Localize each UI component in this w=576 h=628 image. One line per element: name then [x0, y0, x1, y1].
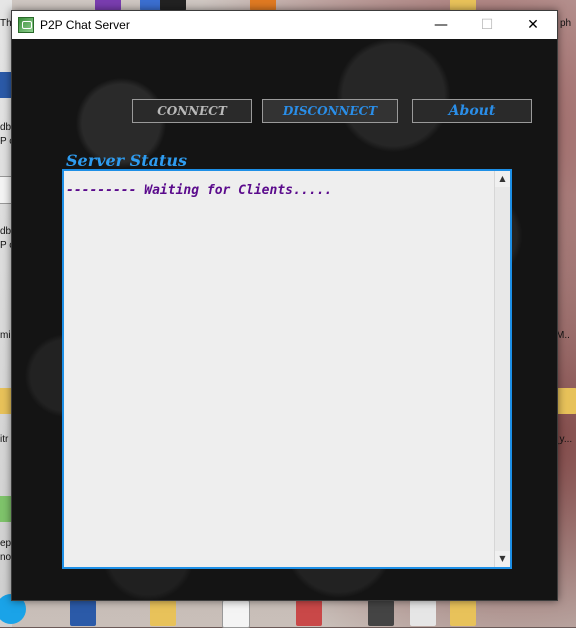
- desktop-icon-folder[interactable]: [150, 600, 176, 626]
- app-window: P2P Chat Server — ☐ ✕ CONNECT DISCONNECT…: [11, 10, 558, 601]
- desktop-icon-folder[interactable]: [450, 600, 476, 626]
- scroll-up-arrow-icon[interactable]: ▲: [495, 171, 510, 187]
- connect-button[interactable]: CONNECT: [132, 99, 252, 123]
- minimize-button[interactable]: —: [418, 11, 464, 39]
- log-line: --------- Waiting for Clients.....: [66, 183, 333, 198]
- desktop-label: ep: [0, 538, 12, 549]
- window-content: CONNECT DISCONNECT About Server Status -…: [12, 39, 557, 600]
- desktop-icon-java[interactable]: [410, 600, 436, 626]
- desktop-label: itr: [0, 434, 9, 445]
- desktop-icon-document[interactable]: [222, 600, 250, 628]
- about-button[interactable]: About: [412, 99, 532, 123]
- desktop-icon-tool[interactable]: [296, 600, 322, 626]
- desktop-label: mi: [0, 330, 11, 341]
- vertical-scrollbar[interactable]: ▲ ▼: [494, 171, 510, 567]
- server-status-log[interactable]: --------- Waiting for Clients..... ▲ ▼: [62, 169, 512, 569]
- disconnect-button[interactable]: DISCONNECT: [262, 99, 398, 123]
- desktop-label: M..: [556, 330, 570, 341]
- app-icon: [18, 17, 34, 33]
- title-bar[interactable]: P2P Chat Server — ☐ ✕: [12, 11, 557, 39]
- close-button[interactable]: ✕: [510, 11, 556, 39]
- maximize-button[interactable]: ☐: [464, 11, 510, 39]
- server-status-label: Server Status: [66, 151, 187, 170]
- desktop-label: ph: [560, 18, 572, 29]
- desktop-icon-word[interactable]: [70, 600, 96, 626]
- desktop-label: no: [0, 552, 12, 563]
- window-title: P2P Chat Server: [40, 18, 130, 32]
- scroll-down-arrow-icon[interactable]: ▼: [495, 551, 510, 567]
- desktop-icon-video[interactable]: [368, 600, 394, 626]
